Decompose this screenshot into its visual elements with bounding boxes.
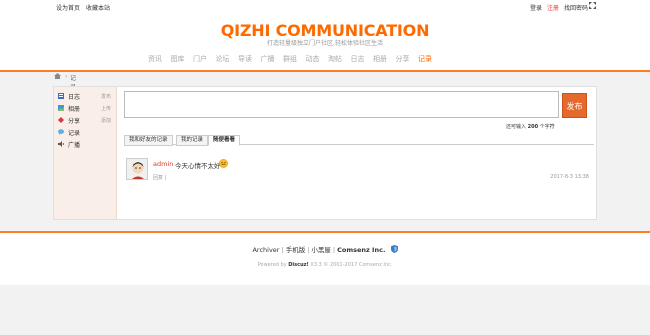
nav-item[interactable]: 淘帖 xyxy=(328,54,342,64)
set-home-link[interactable]: 设为首页 xyxy=(56,5,80,12)
doing-textarea[interactable] xyxy=(124,91,559,118)
nav-item[interactable]: 相册 xyxy=(373,54,387,64)
sidebar-item-album[interactable]: 相册 上传 xyxy=(58,104,116,113)
reply-link[interactable]: 回复 xyxy=(153,175,163,181)
powered-by: Powered by Discuz! X3.3 © 2001-2017 Coms… xyxy=(0,262,650,268)
nav-item[interactable]: 图库 xyxy=(171,54,185,64)
site-footer: Archiver | 手机版 | 小黑屋 | Comsenz Inc. Powered by… xyxy=(0,233,650,285)
top-bar-left: 设为首页 收藏本站 xyxy=(56,3,116,12)
sidebar-item-label: 广播 xyxy=(68,142,81,149)
sidebar-item-action[interactable]: 添加 xyxy=(101,117,111,124)
sidebar-item-label: 记录 xyxy=(68,130,81,137)
broadcast-icon xyxy=(58,141,64,147)
tab-mine[interactable]: 我的记录 xyxy=(176,135,209,146)
list-item: admin 今天心情不太好 回复 | 2017-8-3 13:38 xyxy=(124,155,594,185)
sidebar-item-action[interactable]: 上传 xyxy=(101,105,111,112)
doing-tabs: 我和好友的记录 我的记录 随便看看 xyxy=(124,133,594,146)
main-panel: 日志 发布 相册 上传 分享 添加 记录 广播 发布 还可输入 200 个字符 … xyxy=(53,86,597,220)
sidebar-item-label: 分享 xyxy=(68,118,81,125)
sidebar-item-doing[interactable]: 记录 xyxy=(58,128,116,137)
nav-item[interactable]: 记录 xyxy=(418,54,432,64)
post-time: 2017-8-3 13:38 xyxy=(550,174,589,180)
shield-icon[interactable] xyxy=(390,245,398,253)
top-bar-right: 登录 注册 找回密码 xyxy=(525,3,588,12)
powered-version: X3.3 xyxy=(310,262,322,268)
album-icon xyxy=(58,105,64,111)
sidebar-item-broadcast[interactable]: 广播 xyxy=(58,140,116,149)
avatar[interactable] xyxy=(126,158,148,180)
tab-browse[interactable]: 随便看看 xyxy=(208,135,241,146)
copyright: © 2001-2017 Comsenz Inc. xyxy=(323,262,393,268)
post-reply: 回复 | xyxy=(153,174,166,181)
sidebar-item-share[interactable]: 分享 添加 xyxy=(58,116,116,125)
header-divider xyxy=(0,70,650,72)
post-text: 今天心情不太好 xyxy=(175,162,221,170)
home-icon[interactable] xyxy=(54,73,61,79)
hint-suffix: 个字符 xyxy=(539,124,555,130)
smiley-icon xyxy=(219,159,228,168)
nav-item[interactable]: 群组 xyxy=(283,54,297,64)
hint-count: 200 xyxy=(527,124,539,130)
site-header: QIZHI COMMUNICATION 打造轻量级独立门户社区,轻松体验社区生活… xyxy=(0,13,650,70)
fullscreen-icon[interactable] xyxy=(589,2,596,9)
publish-button[interactable]: 发布 xyxy=(562,93,587,118)
main-nav: 资讯 图库 门户 论坛 导读 广播 群组 动态 淘帖 日志 相册 分享 记录 xyxy=(148,54,441,66)
footer-links: Archiver | 手机版 | 小黑屋 | Comsenz Inc. xyxy=(0,244,650,254)
sidebar-item-blog[interactable]: 日志 发布 xyxy=(58,92,116,101)
nav-item[interactable]: 广播 xyxy=(261,54,275,64)
find-password-link[interactable]: 找回密码 xyxy=(564,5,588,12)
nav-item[interactable]: 论坛 xyxy=(216,54,230,64)
top-bar: 设为首页 收藏本站 登录 注册 找回密码 xyxy=(0,0,650,13)
nav-item[interactable]: 资讯 xyxy=(148,54,162,64)
breadcrumb-separator: › xyxy=(65,73,68,80)
nav-item[interactable]: 导读 xyxy=(238,54,252,64)
sidebar-item-action[interactable]: 发布 xyxy=(101,93,111,100)
nav-item[interactable]: 门户 xyxy=(193,54,207,64)
tab-friends[interactable]: 我和好友的记录 xyxy=(124,135,173,146)
sidebar-item-label: 日志 xyxy=(68,94,81,101)
bookmark-link[interactable]: 收藏本站 xyxy=(86,5,110,12)
company-link[interactable]: Comsenz Inc. xyxy=(337,246,385,254)
post-username[interactable]: admin xyxy=(153,160,173,168)
register-link[interactable]: 注册 xyxy=(547,5,559,12)
powered-prefix: Powered by xyxy=(257,262,287,268)
blackroom-link[interactable]: 小黑屋 xyxy=(311,246,331,254)
mobile-link[interactable]: 手机版 xyxy=(286,246,306,254)
nav-item[interactable]: 日志 xyxy=(351,54,365,64)
sidebar: 日志 发布 相册 上传 分享 添加 记录 广播 xyxy=(54,87,117,219)
sidebar-item-label: 相册 xyxy=(68,106,81,113)
nav-item[interactable]: 动态 xyxy=(306,54,320,64)
reply-separator: | xyxy=(164,175,167,181)
nav-item[interactable]: 分享 xyxy=(396,54,410,64)
char-count-hint: 还可输入 200 个字符 xyxy=(506,123,555,130)
share-icon xyxy=(58,117,64,123)
archiver-link[interactable]: Archiver xyxy=(252,246,279,254)
doing-icon xyxy=(58,129,64,135)
site-slogan: 打造轻量级独立门户社区,轻松体验社区生活 xyxy=(267,40,383,47)
hint-prefix: 还可输入 xyxy=(506,124,527,130)
login-link[interactable]: 登录 xyxy=(530,5,542,12)
blog-icon xyxy=(58,93,64,99)
discuz-link[interactable]: Discuz! xyxy=(288,262,309,268)
